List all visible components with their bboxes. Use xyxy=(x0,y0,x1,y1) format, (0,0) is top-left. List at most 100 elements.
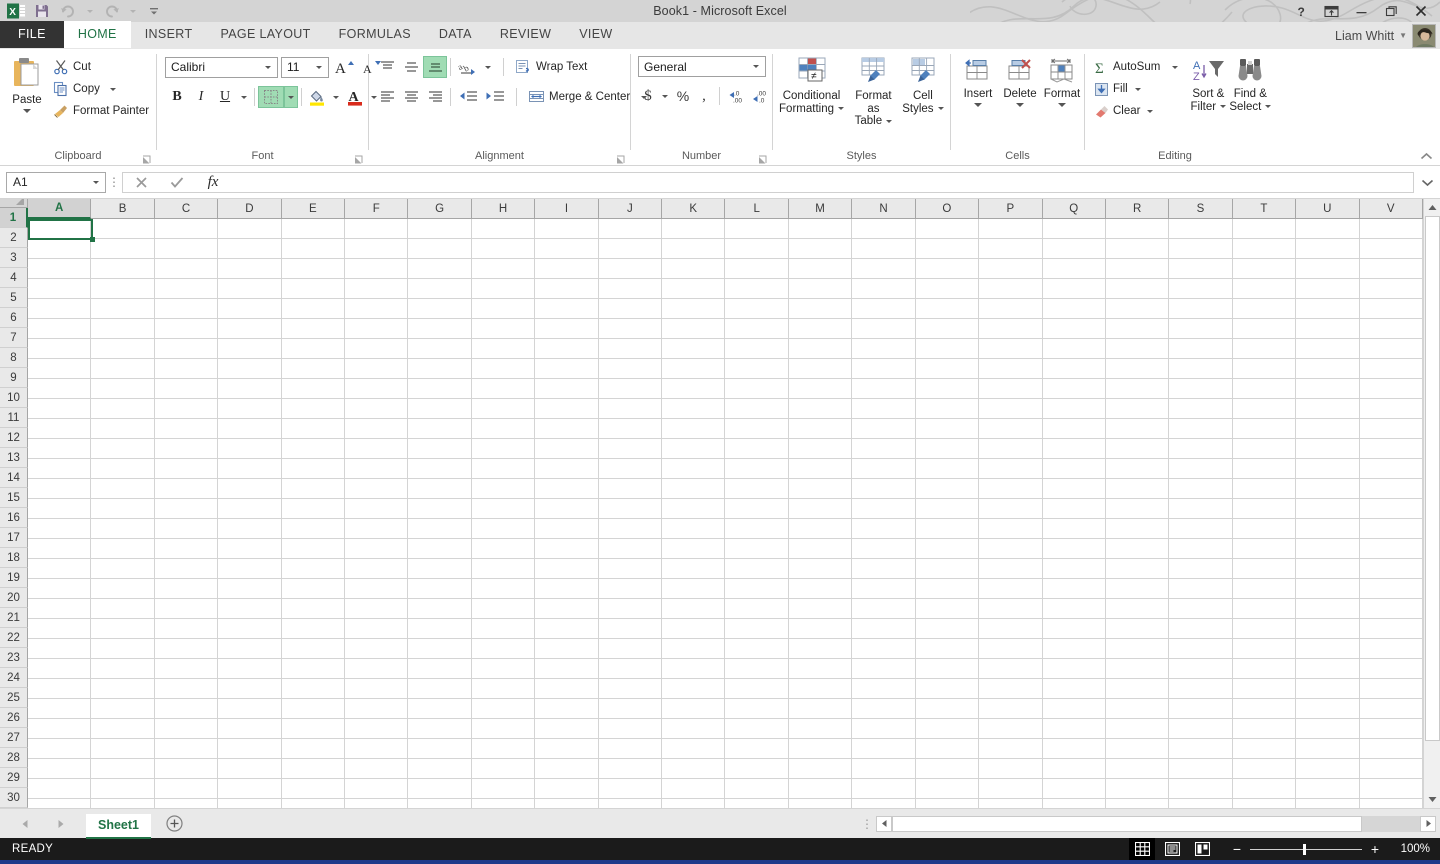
cell-L12[interactable] xyxy=(725,439,788,459)
cell-I1[interactable] xyxy=(535,219,598,239)
cell-F2[interactable] xyxy=(345,239,408,259)
collapse-ribbon-button[interactable] xyxy=(1418,149,1434,163)
cell-S26[interactable] xyxy=(1169,719,1232,739)
cell-L9[interactable] xyxy=(725,379,788,399)
cell-L29[interactable] xyxy=(725,779,788,799)
cell-D3[interactable] xyxy=(218,259,281,279)
column-header-B[interactable]: B xyxy=(91,199,154,219)
conditional-formatting-button[interactable]: ≠ Conditional Formatting xyxy=(777,54,846,115)
cell-T25[interactable] xyxy=(1233,699,1296,719)
cell-P2[interactable] xyxy=(979,239,1042,259)
cell-C3[interactable] xyxy=(155,259,218,279)
cell-K23[interactable] xyxy=(662,659,725,679)
fill-color-dropdown-icon[interactable] xyxy=(329,86,343,108)
cell-Q7[interactable] xyxy=(1043,339,1106,359)
cell-R3[interactable] xyxy=(1106,259,1169,279)
cell-B21[interactable] xyxy=(91,619,154,639)
cell-S19[interactable] xyxy=(1169,579,1232,599)
cell-T17[interactable] xyxy=(1233,539,1296,559)
cell-O14[interactable] xyxy=(916,479,979,499)
scroll-down-button[interactable] xyxy=(1424,791,1440,808)
cell-P6[interactable] xyxy=(979,319,1042,339)
cell-J23[interactable] xyxy=(599,659,662,679)
cell-A7[interactable] xyxy=(28,339,91,359)
orientation-dropdown-icon[interactable] xyxy=(481,56,495,78)
cell-O28[interactable] xyxy=(916,759,979,779)
cell-V14[interactable] xyxy=(1360,479,1423,499)
cell-M10[interactable] xyxy=(789,399,852,419)
cell-S30[interactable] xyxy=(1169,799,1232,808)
cell-E27[interactable] xyxy=(282,739,345,759)
sheet-tab-bar[interactable]: Sheet1 ⋮ xyxy=(0,808,1440,838)
cell-Q10[interactable] xyxy=(1043,399,1106,419)
cell-N2[interactable] xyxy=(852,239,915,259)
cell-P22[interactable] xyxy=(979,639,1042,659)
cell-O30[interactable] xyxy=(916,799,979,808)
autosum-dropdown-icon[interactable] xyxy=(1172,66,1178,69)
cell-R15[interactable] xyxy=(1106,499,1169,519)
cell-I30[interactable] xyxy=(535,799,598,808)
cell-L8[interactable] xyxy=(725,359,788,379)
cell-A21[interactable] xyxy=(28,619,91,639)
cell-T14[interactable] xyxy=(1233,479,1296,499)
tab-view[interactable]: VIEW xyxy=(565,21,626,48)
cell-S3[interactable] xyxy=(1169,259,1232,279)
find-select-dropdown-icon[interactable] xyxy=(1265,105,1271,108)
percent-format-button[interactable]: % xyxy=(672,85,694,107)
cell-N12[interactable] xyxy=(852,439,915,459)
page-break-preview-button[interactable] xyxy=(1189,838,1215,860)
vertical-scroll-thumb[interactable] xyxy=(1425,216,1440,741)
cell-C2[interactable] xyxy=(155,239,218,259)
cell-Q28[interactable] xyxy=(1043,759,1106,779)
cell-L19[interactable] xyxy=(725,579,788,599)
cell-B12[interactable] xyxy=(91,439,154,459)
cell-P1[interactable] xyxy=(979,219,1042,239)
cell-T1[interactable] xyxy=(1233,219,1296,239)
cell-H28[interactable] xyxy=(472,759,535,779)
cell-T22[interactable] xyxy=(1233,639,1296,659)
cell-A12[interactable] xyxy=(28,439,91,459)
select-all-button[interactable] xyxy=(0,199,28,208)
cell-H17[interactable] xyxy=(472,539,535,559)
scroll-right-button[interactable] xyxy=(1420,816,1436,832)
enter-formula-icon[interactable] xyxy=(159,172,195,193)
cell-B7[interactable] xyxy=(91,339,154,359)
cell-V2[interactable] xyxy=(1360,239,1423,259)
cell-K13[interactable] xyxy=(662,459,725,479)
alignment-dialog-launcher-icon[interactable] xyxy=(616,155,626,165)
cell-Q8[interactable] xyxy=(1043,359,1106,379)
row-header-14[interactable]: 14 xyxy=(0,468,28,488)
cell-J19[interactable] xyxy=(599,579,662,599)
cell-U24[interactable] xyxy=(1296,679,1359,699)
cell-V5[interactable] xyxy=(1360,299,1423,319)
cell-V3[interactable] xyxy=(1360,259,1423,279)
cell-N4[interactable] xyxy=(852,279,915,299)
cell-R7[interactable] xyxy=(1106,339,1169,359)
cell-E9[interactable] xyxy=(282,379,345,399)
cell-E12[interactable] xyxy=(282,439,345,459)
accounting-format-button[interactable]: $ xyxy=(638,85,658,107)
cell-D15[interactable] xyxy=(218,499,281,519)
cell-H10[interactable] xyxy=(472,399,535,419)
cell-H23[interactable] xyxy=(472,659,535,679)
cell-F16[interactable] xyxy=(345,519,408,539)
cell-B28[interactable] xyxy=(91,759,154,779)
cell-P20[interactable] xyxy=(979,599,1042,619)
cell-H27[interactable] xyxy=(472,739,535,759)
cell-B20[interactable] xyxy=(91,599,154,619)
cell-C4[interactable] xyxy=(155,279,218,299)
cell-styles-button[interactable]: Cell Styles xyxy=(901,54,945,115)
cell-G23[interactable] xyxy=(408,659,471,679)
cell-P30[interactable] xyxy=(979,799,1042,808)
cell-J30[interactable] xyxy=(599,799,662,808)
cell-T30[interactable] xyxy=(1233,799,1296,808)
cell-B6[interactable] xyxy=(91,319,154,339)
cell-T20[interactable] xyxy=(1233,599,1296,619)
cell-J28[interactable] xyxy=(599,759,662,779)
sort-filter-dropdown-icon[interactable] xyxy=(1220,105,1226,108)
cell-O16[interactable] xyxy=(916,519,979,539)
bold-button[interactable]: B xyxy=(165,86,189,108)
cell-R17[interactable] xyxy=(1106,539,1169,559)
cell-B2[interactable] xyxy=(91,239,154,259)
cell-J15[interactable] xyxy=(599,499,662,519)
